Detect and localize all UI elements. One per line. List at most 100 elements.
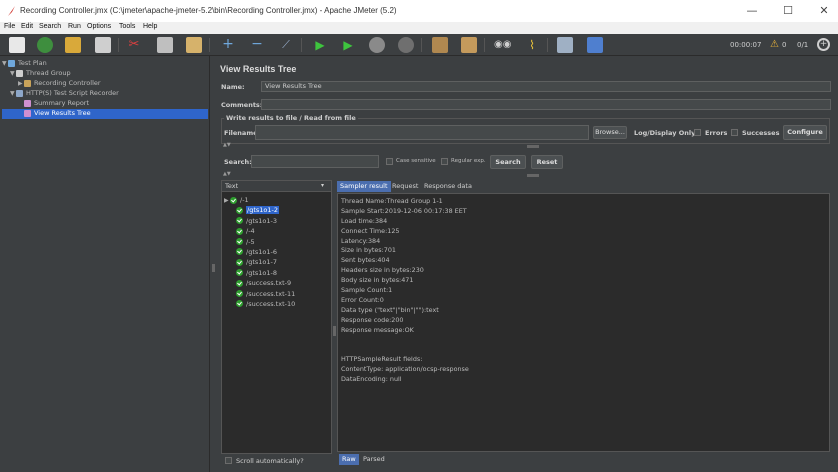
cut-icon[interactable]: ✂ [126,37,142,53]
sampler-result-lines: Thread Name:Thread Group 1-1 Sample Start… [341,197,827,385]
divider-grip[interactable] [527,174,539,177]
sampler-result-line: Response message:OK [341,325,414,334]
tab-parsed[interactable]: Parsed [360,454,388,465]
scroll-auto-checkbox[interactable] [225,457,232,464]
scroll-auto-label: Scroll automatically? [236,457,304,465]
regexp-checkbox[interactable] [441,158,448,165]
result-row[interactable]: /-4 [224,227,330,237]
reset-button[interactable]: Reset [531,155,563,169]
menu-help[interactable]: Help [143,23,157,30]
menu-search[interactable]: Search [39,23,61,30]
result-label: /gts1o1-6 [246,247,277,256]
result-row[interactable]: /success.txt-10 [224,300,330,310]
reset-search-broom-icon[interactable]: ⌇ [524,37,540,53]
list-splitter-grip[interactable] [333,326,336,336]
sampler-result-line: Body size in bytes:471 [341,276,414,285]
menu-edit[interactable]: Edit [21,23,33,30]
errors-checkbox[interactable] [694,129,701,136]
divider-grip[interactable] [527,145,539,148]
clear-icon[interactable] [432,37,448,53]
remote-start-icon[interactable]: + [817,38,830,51]
case-sensitive-checkbox[interactable] [386,158,393,165]
tree-node[interactable]: View Results Tree [2,109,208,119]
result-row[interactable]: /gts1o1-6 [224,248,330,258]
maximize-icon[interactable]: ☐ [779,3,797,19]
title-bar: Recording Controller.jmx (C:\jmeter\apac… [0,0,838,22]
chevron-down-icon[interactable]: ▾ [321,182,324,189]
close-icon[interactable]: ✕ [815,3,833,19]
search-input[interactable] [251,155,379,168]
tree-node-label: HTTP(S) Test Script Recorder [26,89,119,97]
toolbar: ✂ + − ⟋ ▶ ▶ ◉◉ ⌇ 00:00:07 ⚠ 0 0/1 + [0,34,838,56]
help-book-icon[interactable] [587,37,603,53]
save-icon[interactable] [95,37,111,53]
function-helper-icon[interactable] [557,37,573,53]
result-row[interactable]: /gts1o1-3 [224,217,330,227]
toggle-icon[interactable]: ⟋ [278,37,294,53]
sampler-result-text[interactable]: Thread Name:Thread Group 1-1 Sample Start… [337,193,830,452]
result-label: /gts1o1-3 [246,216,277,225]
stop-icon[interactable] [369,37,385,53]
splitter-grip[interactable] [212,264,215,272]
sampler-result-line: Response code:200 [341,315,404,324]
new-icon[interactable] [9,37,25,53]
result-row[interactable]: /gts1o1-8 [224,269,330,279]
chart-icon [24,99,31,107]
name-field[interactable]: View Results Tree [261,81,831,92]
menu-run[interactable]: Run [68,23,81,30]
copy-icon[interactable] [157,37,173,53]
view-results-tree-panel: View Results Tree Name: View Results Tre… [218,56,838,472]
warning-icon[interactable]: ⚠ [770,39,779,50]
errors-label: Errors [705,129,728,137]
tree-node-label: Test Plan [18,59,47,67]
comments-label: Comments: [221,101,263,109]
menu-tools[interactable]: Tools [119,23,135,30]
tree-node-label: View Results Tree [34,109,91,117]
menu-file[interactable]: File [4,23,15,30]
success-check-icon [236,269,243,277]
browse-button[interactable]: Browse... [593,126,627,139]
successes-checkbox[interactable] [731,129,738,136]
result-row[interactable]: /success.txt-9 [224,279,330,289]
collapse-arrows-icon[interactable]: ▲▼ [223,142,231,148]
sampler-result-line: Load time:384 [341,216,388,225]
filename-field[interactable] [255,125,589,140]
clear-all-icon[interactable] [461,37,477,53]
shutdown-icon[interactable] [398,37,414,53]
start-no-pauses-icon[interactable]: ▶ [340,37,356,53]
tree-node[interactable]: ▶ Recording Controller [2,79,208,89]
jmeter-feather-icon [8,6,15,16]
tab-sampler-result[interactable]: Sampler result [337,181,391,192]
tab-request[interactable]: Request [389,181,421,192]
result-row[interactable]: /success.txt-11 [224,290,330,300]
collapse-arrows-icon[interactable]: ▲▼ [223,171,231,177]
result-row[interactable]: /-5 [224,238,330,248]
sampler-result-line: Sample Start:2019-12-06 00:17:38 EET [341,206,467,215]
paste-icon[interactable] [186,37,202,53]
result-row[interactable]: /gts1o1-7 [224,258,330,268]
configure-button[interactable]: Configure [783,125,827,140]
tree-node[interactable]: ▼ HTTP(S) Test Script Recorder [2,89,208,99]
renderer-select[interactable]: Text ▾ [222,181,331,192]
search-button[interactable]: Search [490,155,526,169]
tree-node[interactable]: Summary Report [2,99,208,109]
tab-response-data[interactable]: Response data [421,181,475,192]
open-icon[interactable] [65,37,81,53]
tab-raw[interactable]: Raw [339,454,359,465]
collapse-all-icon[interactable]: − [249,37,265,53]
result-row[interactable]: /gts1o1-2 [224,206,330,216]
menu-options[interactable]: Options [87,23,111,30]
recorder-icon [16,89,23,97]
templates-icon[interactable] [37,37,53,53]
success-check-icon [236,206,243,214]
tree-node[interactable]: ▼ Test Plan [2,59,208,69]
toolbar-separator [301,38,302,52]
minimize-icon[interactable]: — [743,3,761,19]
comments-field[interactable] [261,99,831,110]
tree-node[interactable]: ▼ Thread Group [2,69,208,79]
expand-all-icon[interactable]: + [220,37,236,53]
vertical-splitter[interactable] [210,56,218,472]
start-icon[interactable]: ▶ [312,37,328,53]
result-row[interactable]: ▶/-1 [224,196,330,206]
search-binoculars-icon[interactable]: ◉◉ [494,37,511,53]
